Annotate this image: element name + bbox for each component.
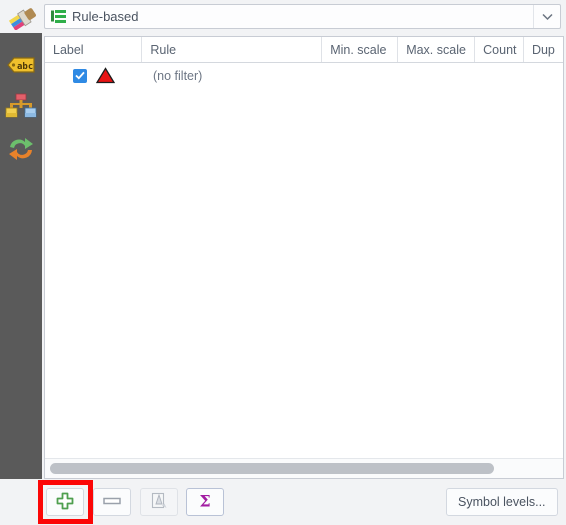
table-row[interactable]: (no filter) [45, 63, 563, 88]
rules-table-body: (no filter) [45, 63, 563, 458]
rule-label-cell[interactable] [45, 67, 145, 84]
symbology-brushes-icon [5, 92, 37, 125]
column-header-rule[interactable]: Rule [142, 37, 323, 62]
column-header-min-scale[interactable]: Min. scale [322, 37, 399, 62]
edit-rule-icon [150, 491, 169, 513]
abc-label-icon: abc [6, 55, 36, 78]
red-triangle-marker[interactable] [96, 67, 115, 84]
count-features-button[interactable]: Σ [186, 488, 224, 516]
minus-icon [103, 495, 121, 509]
svg-text:Σ: Σ [199, 492, 210, 510]
sigma-icon: Σ [196, 491, 214, 513]
horizontal-scrollbar-thumb[interactable] [50, 463, 494, 474]
rule-filter-cell[interactable]: (no filter) [145, 69, 330, 83]
sidebar-item-symbology[interactable] [1, 87, 41, 129]
sidebar-item-labels[interactable]: abc [1, 45, 41, 87]
renderer-toolbar: Rule-based [0, 0, 566, 33]
symbol-levels-button[interactable]: Symbol levels... [446, 488, 558, 516]
remove-rule-button[interactable] [93, 488, 131, 516]
rules-tree-panel: Label Rule Min. scale Max. scale Count D… [44, 36, 564, 479]
column-header-count[interactable]: Count [475, 37, 524, 62]
sidebar-item-rendering[interactable] [1, 129, 41, 171]
svg-text:abc: abc [17, 62, 33, 72]
green-orange-arrows-icon [6, 135, 36, 166]
paintbrush-icon [0, 0, 44, 33]
edit-rule-button [140, 488, 178, 516]
column-header-duplicate[interactable]: Dup [524, 37, 563, 62]
green-plus-icon [56, 492, 74, 513]
rule-based-renderer-icon [51, 9, 66, 24]
renderer-type-combobox[interactable]: Rule-based [44, 4, 561, 29]
styling-panel-sidebar: abc [0, 33, 42, 525]
horizontal-scrollbar[interactable] [45, 458, 563, 478]
renderer-type-value: Rule-based [72, 9, 139, 24]
column-header-max-scale[interactable]: Max. scale [398, 37, 476, 62]
rule-visibility-checkbox[interactable] [73, 68, 87, 83]
chevron-down-icon[interactable] [533, 5, 560, 28]
add-rule-button[interactable] [46, 488, 84, 516]
column-header-label[interactable]: Label [45, 37, 143, 62]
rules-table-header: Label Rule Min. scale Max. scale Count D… [45, 37, 563, 63]
